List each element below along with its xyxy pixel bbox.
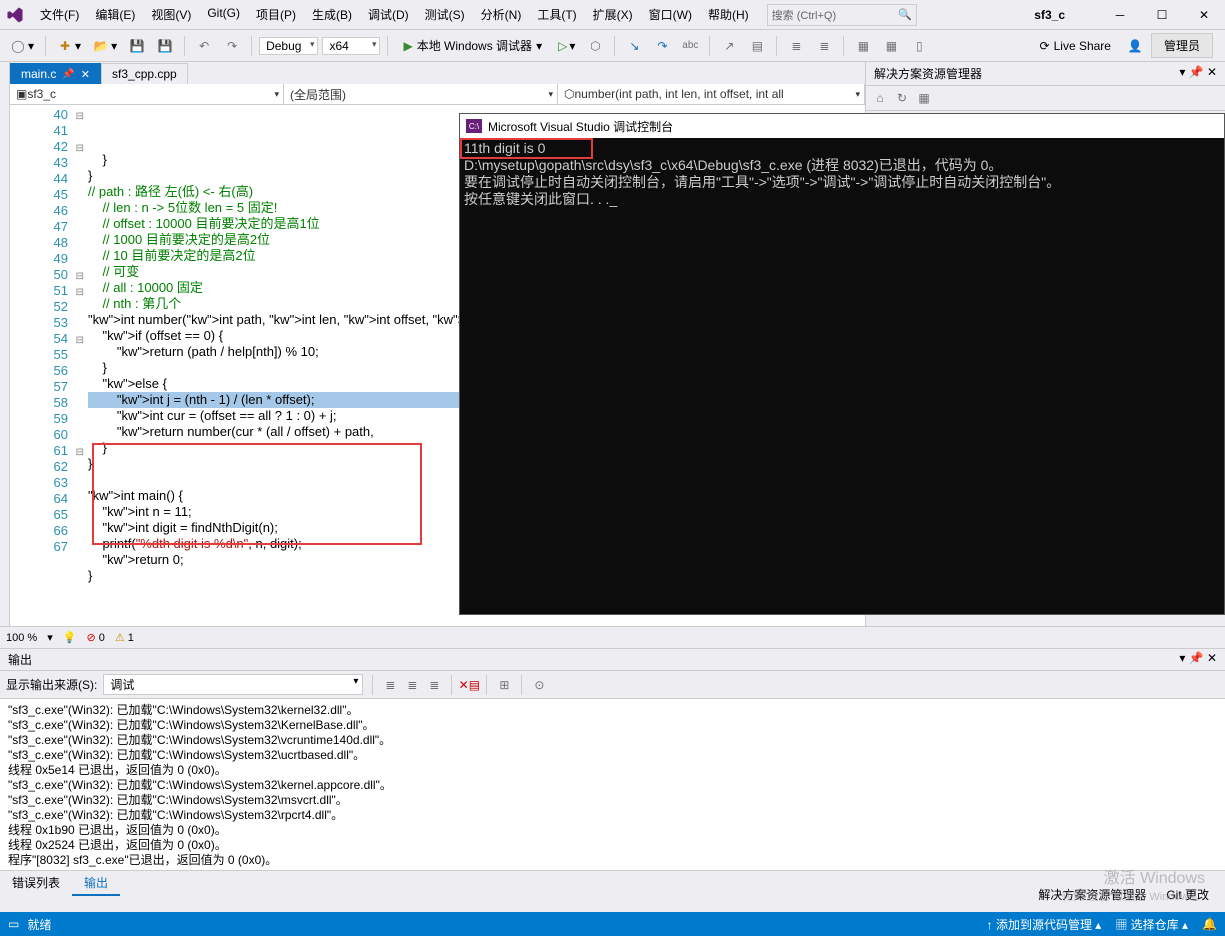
titlebar: 文件(F)编辑(E)视图(V)Git(G)项目(P)生成(B)调试(D)测试(S… (0, 0, 1225, 30)
platform-combo[interactable]: x64 (322, 37, 380, 55)
search-icon: 🔍 (898, 8, 912, 21)
admin-badge: 管理员 (1151, 33, 1213, 58)
main-menu: 文件(F)编辑(E)视图(V)Git(G)项目(P)生成(B)调试(D)测试(S… (34, 3, 755, 26)
output-source-combo[interactable]: 调试 (103, 674, 363, 695)
maximize-button[interactable]: ☐ (1147, 4, 1177, 26)
uncomment-icon[interactable]: ▦ (879, 35, 903, 57)
status-ready: 就绪 (27, 916, 51, 933)
br-tab-Git 更改[interactable]: Git 更改 (1156, 883, 1219, 906)
right-bottom-tabs: 解决方案资源管理器Git 更改 (1028, 883, 1219, 906)
search-box[interactable]: 搜索 (Ctrl+Q)🔍 (767, 4, 917, 26)
stop-button[interactable]: ⬡ (583, 35, 607, 57)
run-button[interactable]: ▶本地 Windows 调试器 ▾ (395, 35, 550, 56)
solution-name: sf3_c (1014, 6, 1085, 24)
window-controls: ─ ☐ ✕ (1105, 4, 1219, 26)
nav-bar: ▣ sf3_c (全局范围) ⬡ number(int path, int le… (10, 84, 865, 105)
output-tab-输出[interactable]: 输出 (72, 871, 120, 896)
left-gutter (0, 62, 10, 626)
highlight-box-console (460, 138, 593, 159)
comment-icon[interactable]: ▦ (851, 35, 875, 57)
minimize-button[interactable]: ─ (1105, 4, 1135, 26)
console-icon: C:\ (466, 119, 482, 133)
close-button[interactable]: ✕ (1189, 4, 1219, 26)
menu-调试(D)[interactable]: 调试(D) (362, 3, 415, 26)
output-tab-错误列表[interactable]: 错误列表 (0, 871, 72, 896)
output-title: 输出 (8, 651, 32, 668)
panel-pin-icon[interactable]: ▾ 📌 ✕ (1179, 65, 1217, 82)
step-over-icon[interactable]: ↷ (650, 35, 674, 57)
menu-测试(S)[interactable]: 测试(S) (419, 3, 471, 26)
home-icon[interactable]: ⌂ (872, 90, 888, 106)
menu-视图(V)[interactable]: 视图(V) (145, 3, 197, 26)
output-prev-icon[interactable]: ≣ (404, 677, 420, 693)
warning-count[interactable]: ⚠ 1 (115, 631, 134, 644)
solution-explorer-title: 解决方案资源管理器 (874, 65, 982, 82)
menu-项目(P)[interactable]: 项目(P) (250, 3, 302, 26)
tb-icon-a[interactable]: ↗ (717, 35, 741, 57)
br-tab-解决方案资源管理器[interactable]: 解决方案资源管理器 (1028, 883, 1156, 906)
indent-icon[interactable]: ≣ (784, 35, 808, 57)
account-icon[interactable]: 👤 (1123, 35, 1147, 57)
tb-icon-b[interactable]: ▤ (745, 35, 769, 57)
menu-生成(B)[interactable]: 生成(B) (306, 3, 358, 26)
nav-member[interactable]: ⬡ number(int path, int len, int offset, … (558, 84, 865, 104)
menu-扩展(X)[interactable]: 扩展(X) (587, 3, 639, 26)
output-goto-icon[interactable]: ≣ (382, 677, 398, 693)
output-wrap-icon[interactable]: ⊞ (496, 677, 512, 693)
output-next-icon[interactable]: ≣ (426, 677, 442, 693)
zoom-level[interactable]: 100 % (6, 632, 37, 644)
undo-button[interactable]: ↶ (192, 35, 216, 57)
status-ready-icon: ▭ (8, 917, 19, 931)
toolbar: ◯▾ ✚▾ 📂▾ 💾 💾 ↶ ↷ Debug x64 ▶本地 Windows 调… (0, 30, 1225, 62)
se-icon[interactable]: ▦ (916, 90, 932, 106)
open-button[interactable]: 📂▾ (89, 35, 121, 57)
saveall-button[interactable]: 💾 (153, 35, 177, 57)
menu-文件(F)[interactable]: 文件(F) (34, 3, 85, 26)
status-repo[interactable]: ▦ 选择仓库 ▴ (1115, 916, 1188, 933)
outdent-icon[interactable]: ≣ (812, 35, 836, 57)
file-tabs: main.c📌✕sf3_cpp.cpp (10, 62, 865, 84)
status-srcctrl[interactable]: ↑ 添加到源代码管理 ▴ (987, 916, 1102, 933)
output-source-label: 显示输出来源(S): (6, 676, 97, 693)
menu-分析(N)[interactable]: 分析(N) (475, 3, 528, 26)
back-button[interactable]: ◯▾ (6, 35, 38, 57)
redo-button[interactable]: ↷ (220, 35, 244, 57)
status-bell-icon[interactable]: 🔔 (1202, 917, 1217, 931)
file-tab-main.c[interactable]: main.c📌✕ (10, 63, 101, 84)
liveshare-button[interactable]: ⟳ Live Share (1032, 37, 1119, 55)
output-clear-icon[interactable]: ✕▤ (461, 677, 477, 693)
abc-icon[interactable]: abc (678, 35, 702, 57)
config-combo[interactable]: Debug (259, 37, 318, 55)
statusbar: ▭ 就绪 ↑ 添加到源代码管理 ▴ ▦ 选择仓库 ▴ 🔔 (0, 912, 1225, 936)
run-noDebug-button[interactable]: ▷▾ (554, 36, 579, 56)
output-panel: 输出 ▾ 📌 ✕ 显示输出来源(S): 调试 ≣ ≣ ≣ ✕▤ ⊞ ⊙ "sf3_… (0, 648, 1225, 896)
nav-scope[interactable]: ▣ sf3_c (10, 84, 284, 104)
output-clock-icon[interactable]: ⊙ (531, 677, 547, 693)
menu-帮助(H)[interactable]: 帮助(H) (702, 3, 755, 26)
file-tab-sf3_cpp.cpp[interactable]: sf3_cpp.cpp (101, 63, 188, 84)
output-pin-icon[interactable]: ▾ 📌 ✕ (1179, 651, 1217, 668)
new-button[interactable]: ✚▾ (53, 35, 85, 57)
output-body[interactable]: "sf3_c.exe"(Win32): 已加载"C:\Windows\Syste… (0, 699, 1225, 870)
menu-Git(G)[interactable]: Git(G) (201, 3, 246, 26)
lightbulb-icon[interactable]: 💡 (63, 631, 77, 644)
menu-工具(T)[interactable]: 工具(T) (531, 3, 582, 26)
error-count[interactable]: ⊘ 0 (86, 631, 104, 644)
bookmark-icon[interactable]: ▯ (907, 35, 931, 57)
refresh-icon[interactable]: ↻ (894, 90, 910, 106)
menu-编辑(E)[interactable]: 编辑(E) (89, 3, 141, 26)
vs-logo-icon (6, 6, 24, 24)
nav-scope2[interactable]: (全局范围) (284, 84, 558, 104)
console-titlebar: C:\ Microsoft Visual Studio 调试控制台 (460, 114, 1224, 138)
step-into-icon[interactable]: ↘ (622, 35, 646, 57)
editor-footer: 100 %▾ 💡 ⊘ 0 ⚠ 1 (0, 626, 1225, 648)
save-button[interactable]: 💾 (125, 35, 149, 57)
debug-console[interactable]: C:\ Microsoft Visual Studio 调试控制台 11th d… (459, 113, 1225, 615)
solution-explorer-toolbar: ⌂ ↻ ▦ (866, 86, 1225, 111)
menu-窗口(W)[interactable]: 窗口(W) (643, 3, 698, 26)
